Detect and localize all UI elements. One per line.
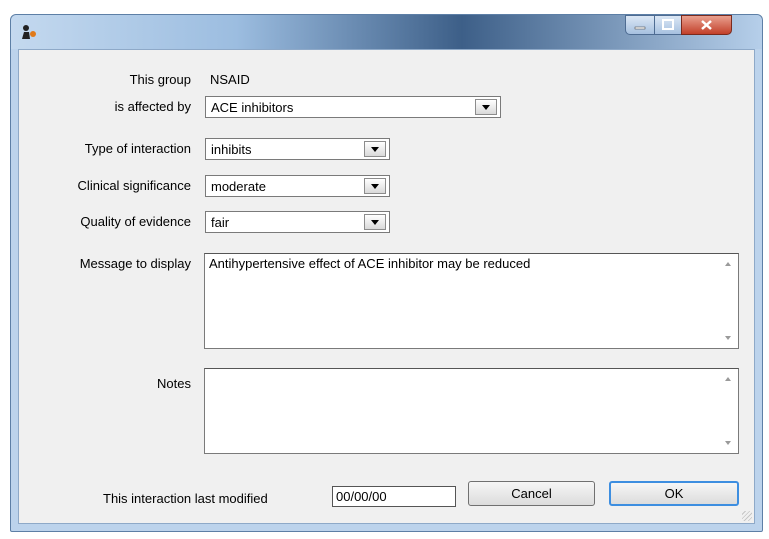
close-icon [701, 20, 712, 30]
significance-dropdown[interactable]: moderate [205, 175, 390, 197]
minimize-icon [634, 26, 646, 30]
app-figure-icon [22, 25, 36, 39]
message-text: Antihypertensive effect of ACE inhibitor… [209, 256, 531, 271]
interaction-dialog: This group NSAID is affected by ACE inhi… [10, 14, 763, 532]
notes-scrollbar[interactable] [720, 369, 738, 453]
evidence-label: Quality of evidence [80, 214, 191, 229]
interaction-type-dropdown[interactable]: inhibits [205, 138, 390, 160]
last-modified-label: This interaction last modified [103, 491, 268, 506]
maximize-button[interactable] [654, 15, 682, 35]
scroll-down-icon[interactable] [725, 441, 731, 445]
scroll-down-icon[interactable] [725, 336, 731, 340]
chevron-down-icon[interactable] [364, 141, 386, 157]
scroll-up-icon[interactable] [725, 262, 731, 266]
affected-by-label: is affected by [114, 99, 191, 114]
evidence-value: fair [211, 215, 230, 230]
ok-button[interactable]: OK [609, 481, 739, 506]
message-scrollbar[interactable] [720, 254, 738, 348]
significance-value: moderate [211, 179, 266, 194]
resize-grip[interactable] [742, 511, 752, 521]
title-bar[interactable] [11, 15, 762, 49]
evidence-dropdown[interactable]: fair [205, 211, 390, 233]
cancel-button[interactable]: Cancel [468, 481, 595, 506]
chevron-down-icon[interactable] [475, 99, 497, 115]
dialog-body: This group NSAID is affected by ACE inhi… [18, 49, 755, 524]
close-button[interactable] [681, 15, 732, 35]
chevron-down-icon[interactable] [364, 178, 386, 194]
minimize-button[interactable] [625, 15, 655, 35]
message-label: Message to display [79, 256, 191, 271]
chevron-down-icon[interactable] [364, 214, 386, 230]
affected-by-value: ACE inhibitors [211, 100, 294, 115]
notes-label: Notes [157, 376, 191, 391]
group-value: NSAID [210, 72, 250, 87]
maximize-icon [662, 19, 674, 30]
interaction-type-label: Type of interaction [84, 141, 191, 156]
last-modified-field[interactable]: 00/00/00 [332, 486, 456, 507]
significance-label: Clinical significance [77, 178, 191, 193]
message-textarea[interactable]: Antihypertensive effect of ACE inhibitor… [204, 253, 739, 349]
interaction-type-value: inhibits [211, 142, 252, 157]
affected-by-dropdown[interactable]: ACE inhibitors [205, 96, 501, 118]
scroll-up-icon[interactable] [725, 377, 731, 381]
last-modified-value: 00/00/00 [336, 489, 387, 504]
notes-textarea[interactable] [204, 368, 739, 454]
group-label: This group [129, 72, 191, 87]
